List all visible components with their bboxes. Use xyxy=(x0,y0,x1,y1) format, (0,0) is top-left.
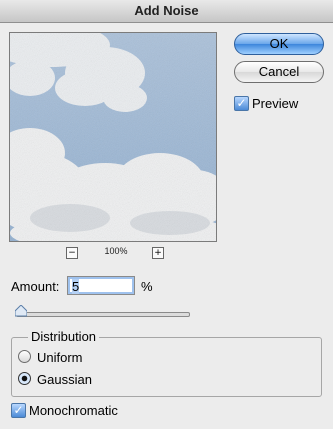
distribution-title: Distribution xyxy=(28,329,100,344)
check-icon: ✓ xyxy=(13,403,24,417)
monochromatic-checkbox[interactable]: ✓ xyxy=(11,403,26,418)
uniform-label: Uniform xyxy=(37,350,83,365)
zoom-out-button[interactable]: − xyxy=(66,247,78,259)
window-title: Add Noise xyxy=(0,0,333,23)
amount-label: Amount: xyxy=(11,279,60,294)
ok-button[interactable]: OK xyxy=(234,33,324,55)
gaussian-label: Gaussian xyxy=(37,372,92,387)
zoom-in-button[interactable]: + xyxy=(152,247,164,259)
zoom-level: 100% xyxy=(104,246,128,256)
uniform-radio[interactable] xyxy=(18,350,31,363)
cloud-sky-image xyxy=(10,33,216,241)
amount-unit: % xyxy=(141,279,153,294)
preview-checkbox-label: Preview xyxy=(252,96,299,111)
check-icon: ✓ xyxy=(236,96,247,110)
distribution-group xyxy=(11,337,322,397)
amount-value: 5 xyxy=(72,279,80,294)
preview-checkbox[interactable]: ✓ xyxy=(234,96,249,111)
amount-slider-track[interactable] xyxy=(16,312,190,317)
amount-input[interactable]: 5 xyxy=(67,276,135,295)
amount-slider-thumb[interactable] xyxy=(15,305,27,317)
gaussian-radio[interactable] xyxy=(18,372,31,385)
cancel-button[interactable]: Cancel xyxy=(234,61,324,83)
monochromatic-label: Monochromatic xyxy=(29,403,118,418)
preview-image[interactable] xyxy=(9,32,217,242)
